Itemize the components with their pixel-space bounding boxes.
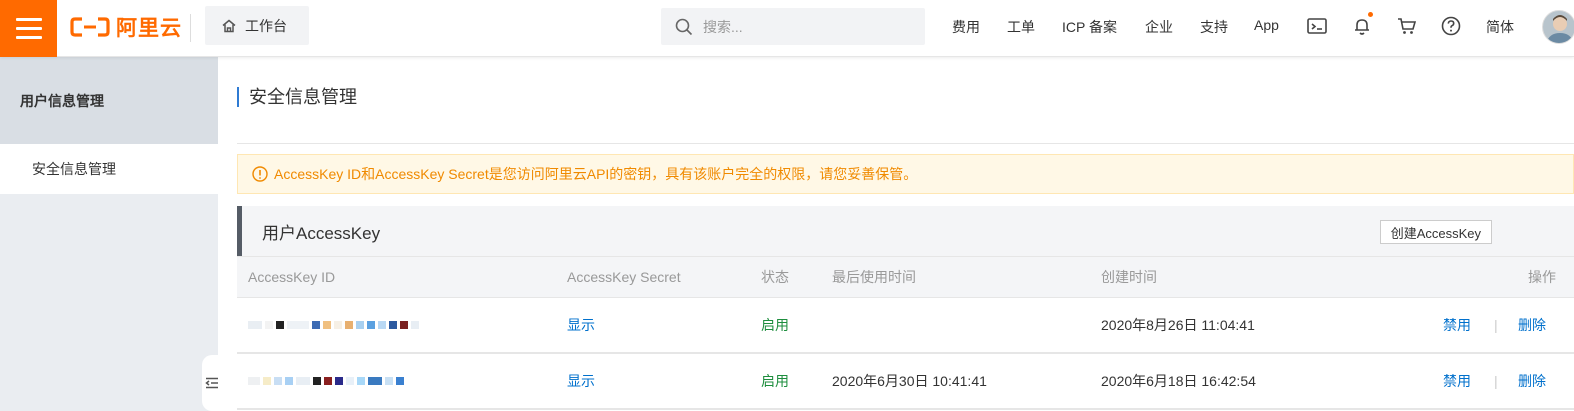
action-separator: | [1494,317,1498,333]
menu-icon[interactable] [0,0,57,57]
workbench-label: 工作台 [245,17,287,34]
top-bar: 阿里云 工作台 费用 工单 ICP 备案 企业 支持 App 简体 [0,0,1574,57]
sidebar: 用户信息管理 安全信息管理 [0,57,218,411]
home-icon [222,19,236,32]
avatar[interactable] [1542,10,1574,44]
disable-link[interactable]: 禁用 [1443,315,1471,335]
masked-accesskey-id [248,373,404,389]
col-status: 状态 [761,269,789,285]
main-content: 安全信息管理 AccessKey ID和AccessKey Secret是您访问… [218,57,1574,411]
sidebar-item-security[interactable]: 安全信息管理 [0,144,218,194]
panel-title: 用户AccessKey [262,223,381,243]
notice-text: AccessKey ID和AccessKey Secret是您访问阿里云API的… [274,166,918,182]
bell-icon[interactable] [1350,12,1374,38]
table-row: 显示 启用 2020年6月30日 10:41:41 2020年6月18日 16:… [237,354,1574,410]
nav-billing[interactable]: 费用 [952,17,980,37]
nav-support[interactable]: 支持 [1200,17,1228,37]
terminal-icon[interactable] [1305,14,1329,38]
language-switch[interactable]: 简体 [1486,17,1514,37]
table-header: AccessKey ID AccessKey Secret 状态 最后使用时间 … [237,256,1574,298]
title-divider [237,143,1574,144]
security-notice: AccessKey ID和AccessKey Secret是您访问阿里云API的… [237,154,1574,194]
accesskey-panel-header: 用户AccessKey 创建AccessKey [237,206,1574,256]
show-secret-link[interactable]: 显示 [567,315,595,335]
last-used-time: 2020年6月30日 10:41:41 [832,373,987,389]
help-icon[interactable] [1439,14,1463,38]
nav-tickets[interactable]: 工单 [1007,17,1035,37]
nav-icp[interactable]: ICP 备案 [1062,17,1117,37]
col-actions: 操作 [1528,269,1556,285]
col-created: 创建时间 [1101,269,1157,285]
create-accesskey-button[interactable]: 创建AccessKey [1379,220,1492,244]
search-icon [675,18,693,35]
disable-link[interactable]: 禁用 [1443,371,1471,391]
created-time: 2020年6月18日 16:42:54 [1101,373,1256,389]
page-title: 安全信息管理 [237,87,357,107]
brand-name: 阿里云 [116,17,182,40]
status-badge: 启用 [761,317,789,333]
cart-icon[interactable] [1395,14,1419,38]
delete-link[interactable]: 删除 [1518,315,1546,335]
show-secret-link[interactable]: 显示 [567,371,595,391]
nav-app[interactable]: App [1254,17,1279,33]
col-accesskey-secret: AccessKey Secret [567,269,681,285]
masked-accesskey-id [248,317,419,333]
action-separator: | [1494,373,1498,389]
search-box[interactable] [661,8,925,45]
aliyun-logo-icon [70,17,110,37]
table-row: 显示 启用 2020年8月26日 11:04:41 禁用 | 删除 [237,298,1574,354]
created-time: 2020年8月26日 11:04:41 [1101,317,1255,333]
accesskey-table: AccessKey ID AccessKey Secret 状态 最后使用时间 … [237,256,1574,410]
warning-icon [252,166,268,182]
sidebar-title: 用户信息管理 [0,57,218,144]
logo-divider [190,14,191,42]
notification-dot [1368,12,1373,17]
col-accesskey-id: AccessKey ID [248,269,336,285]
brand-logo[interactable]: 阿里云 [70,12,182,42]
collapse-icon [205,377,218,389]
search-input[interactable] [703,18,903,35]
status-badge: 启用 [761,373,789,389]
workbench-button[interactable]: 工作台 [205,6,309,45]
nav-enterprise[interactable]: 企业 [1145,17,1173,37]
delete-link[interactable]: 删除 [1518,371,1546,391]
col-last-used: 最后使用时间 [832,269,916,285]
